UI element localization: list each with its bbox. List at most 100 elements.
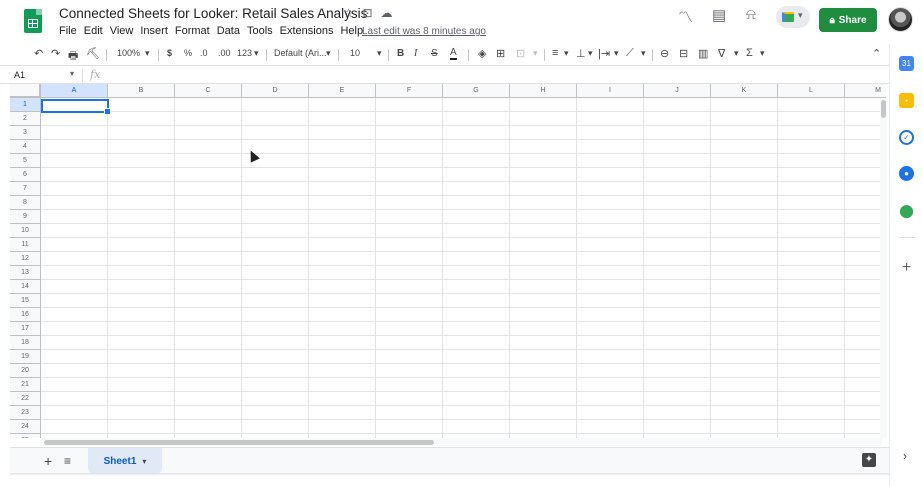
row-header-21[interactable]: 21 [10,378,41,392]
menu-format[interactable]: Format [175,25,210,37]
avatar[interactable] [888,7,913,32]
borders-icon[interactable]: ⊞ [496,47,505,60]
row-header-20[interactable]: 20 [10,364,41,378]
row-header-23[interactable]: 23 [10,406,41,420]
row-header-13[interactable]: 13 [10,266,41,280]
menu-help[interactable]: Help [340,25,363,37]
row-header-19[interactable]: 19 [10,350,41,364]
strikethrough-button[interactable]: S [431,48,438,59]
column-header-d[interactable]: D [242,84,309,98]
row-header-3[interactable]: 3 [10,126,41,140]
row-header-11[interactable]: 11 [10,238,41,252]
row-header-24[interactable]: 24 [10,420,41,434]
menu-edit[interactable]: Edit [84,25,103,37]
chevron-down-icon[interactable]: ▾ [760,48,765,59]
row-header-16[interactable]: 16 [10,308,41,322]
row-header-10[interactable]: 10 [10,224,41,238]
column-header-h[interactable]: H [510,84,577,98]
currency-button[interactable]: $ [167,48,172,58]
row-header-22[interactable]: 22 [10,392,41,406]
italic-button[interactable]: I [414,48,417,59]
row-header-5[interactable]: 5 [10,154,41,168]
chevron-down-icon[interactable]: ▾ [254,48,259,59]
insert-link-icon[interactable]: ⊖ [660,47,669,60]
cloud-status-icon[interactable]: ☁ [380,6,393,20]
collapse-toolbar-icon[interactable]: ⌃ [872,47,881,60]
contacts-icon[interactable]: ● [899,166,914,181]
row-header-12[interactable]: 12 [10,252,41,266]
maps-icon[interactable]: ⬤ [899,203,914,218]
font-select[interactable]: Default (Ari... [274,48,327,58]
all-sheets-icon[interactable]: ≡ [64,454,71,468]
menu-insert[interactable]: Insert [140,25,168,37]
bell-icon[interactable]: ⍾ [746,6,756,23]
zoom-select[interactable]: 100% [117,48,140,58]
row-header-9[interactable]: 9 [10,210,41,224]
row-header-17[interactable]: 17 [10,322,41,336]
undo-icon[interactable]: ↶ [34,47,43,60]
paint-format-icon[interactable]: ⛏ [86,47,100,60]
chevron-down-icon[interactable]: ▾ [614,48,619,59]
row-header-14[interactable]: 14 [10,280,41,294]
column-header-e[interactable]: E [309,84,376,98]
horizontal-scrollbar-thumb[interactable] [44,440,434,445]
vertical-scrollbar-thumb[interactable] [881,100,886,118]
expand-side-panel-icon[interactable]: › [903,449,907,463]
vertical-scrollbar-track[interactable] [880,98,887,438]
keep-icon[interactable]: ▪ [899,93,914,108]
sheets-logo-icon[interactable] [24,9,42,33]
column-header-k[interactable]: K [711,84,778,98]
chevron-down-icon[interactable]: ▾ [734,48,739,59]
decrease-decimal-button[interactable]: .0 [200,48,208,58]
tasks-icon[interactable]: ✓ [899,130,914,145]
chevron-down-icon[interactable]: ▾ [142,457,146,466]
merge-cells-icon[interactable]: ⊡ [516,47,525,60]
row-header-4[interactable]: 4 [10,140,41,154]
fill-color-icon[interactable]: ◈ [478,47,486,60]
merge-caret-icon[interactable]: ▾ [533,48,538,59]
increase-decimal-button[interactable]: .00 [218,48,231,58]
column-header-j[interactable]: J [644,84,711,98]
row-header-25[interactable]: 25 [10,434,41,438]
row-header-7[interactable]: 7 [10,182,41,196]
select-all-corner[interactable] [10,84,41,98]
menu-file[interactable]: File [59,25,77,37]
chevron-down-icon[interactable]: ▾ [70,69,74,78]
column-header-b[interactable]: B [108,84,175,98]
filter-icon[interactable]: ∇ [718,47,725,60]
share-button[interactable]: 🔒︎ Share [819,8,877,32]
menu-tools[interactable]: Tools [247,25,273,37]
chevron-down-icon[interactable]: ▾ [588,48,593,59]
chevron-down-icon[interactable]: ▾ [564,48,569,59]
star-icon[interactable]: ☆ [342,6,355,20]
chevron-down-icon[interactable]: ▾ [641,48,646,59]
meet-button[interactable]: ▾ [776,6,810,28]
cell-area[interactable] [41,98,886,438]
sheet-tab-sheet1[interactable]: Sheet1 ▾ [88,448,162,474]
folder-move-icon[interactable]: ⊡ [361,6,374,20]
selected-cell-a1[interactable] [41,99,111,115]
text-rotate-icon[interactable]: ⟋ [626,47,634,60]
spreadsheet-grid[interactable]: ABCDEFGHIJKLM 1 2 3 4 5 6 7 8 9 10 11 12 13 14 15 16 17 1… [10,84,886,438]
column-header-c[interactable]: C [175,84,242,98]
font-caret-icon[interactable]: ▾ [326,48,331,59]
row-header-18[interactable]: 18 [10,336,41,350]
name-box[interactable]: A1 [14,70,25,80]
vertical-align-icon[interactable]: ⊥ [576,47,586,60]
row-header-1[interactable]: 1 [10,98,41,112]
text-color-button[interactable]: A [450,48,457,60]
menu-extensions[interactable]: Extensions [280,25,334,37]
insert-chart-icon[interactable]: ▥ [698,47,708,60]
horizontal-align-icon[interactable]: ≡ [552,47,558,59]
column-header-m[interactable]: M [845,84,886,98]
font-size-input[interactable]: 10 [350,48,360,58]
column-header-g[interactable]: G [443,84,510,98]
column-header-i[interactable]: I [577,84,644,98]
insert-comment-icon[interactable]: ⊟ [679,47,688,60]
column-header-f[interactable]: F [376,84,443,98]
document-title[interactable]: Connected Sheets for Looker: Retail Sale… [59,6,367,21]
bold-button[interactable]: B [397,48,404,59]
percent-button[interactable]: % [184,48,192,58]
column-header-l[interactable]: L [778,84,845,98]
get-addons-icon[interactable]: + [899,260,914,276]
